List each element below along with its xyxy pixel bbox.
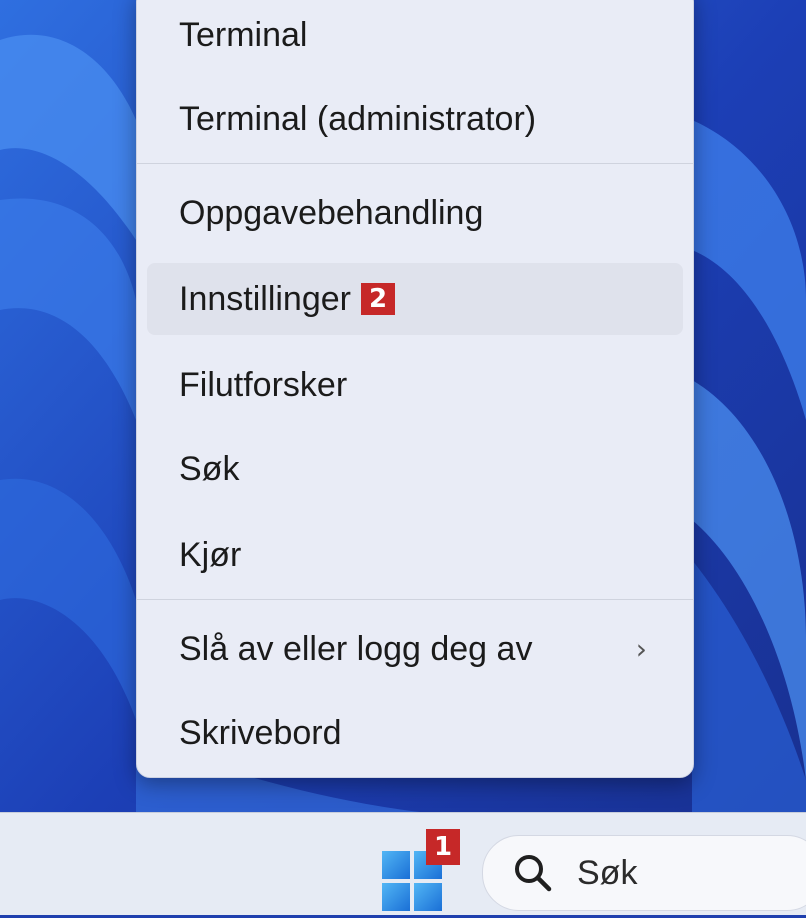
menu-item-file-explorer[interactable]: Filutforsker <box>147 349 683 421</box>
taskbar: 1 Søk <box>0 812 806 915</box>
menu-item-label: Skrivebord <box>179 713 342 752</box>
menu-item-settings[interactable]: Innstillinger 2 <box>147 263 683 335</box>
start-context-menu: Terminal Terminal (administrator) Oppgav… <box>136 0 694 778</box>
menu-item-label: Terminal <box>179 15 308 54</box>
step-badge: 2 <box>360 283 395 315</box>
menu-item-search[interactable]: Søk <box>147 433 683 505</box>
search-icon <box>515 855 552 892</box>
menu-item-run[interactable]: Kjør <box>147 519 683 591</box>
menu-item-label: Søk <box>179 449 240 488</box>
menu-item-label: Oppgavebehandling <box>179 193 484 232</box>
menu-item-desktop[interactable]: Skrivebord <box>147 697 683 769</box>
menu-item-label: Innstillinger <box>179 279 351 318</box>
menu-item-task-manager[interactable]: Oppgavebehandling <box>147 177 683 249</box>
menu-item-shutdown-signout[interactable]: Slå av eller logg deg av › <box>147 613 683 685</box>
search-placeholder: Søk <box>577 853 638 892</box>
taskbar-search-box[interactable]: Søk <box>482 835 806 911</box>
menu-separator <box>137 599 693 600</box>
menu-item-label: Kjør <box>179 535 242 574</box>
menu-item-label: Terminal (administrator) <box>179 99 537 138</box>
step-badge: 1 <box>426 829 460 865</box>
menu-item-label: Filutforsker <box>179 365 348 404</box>
menu-item-terminal[interactable]: Terminal <box>147 0 683 71</box>
chevron-right-icon: › <box>635 632 647 666</box>
menu-item-terminal-admin[interactable]: Terminal (administrator) <box>147 83 683 155</box>
menu-separator <box>137 163 693 164</box>
menu-item-label: Slå av eller logg deg av <box>179 629 533 668</box>
